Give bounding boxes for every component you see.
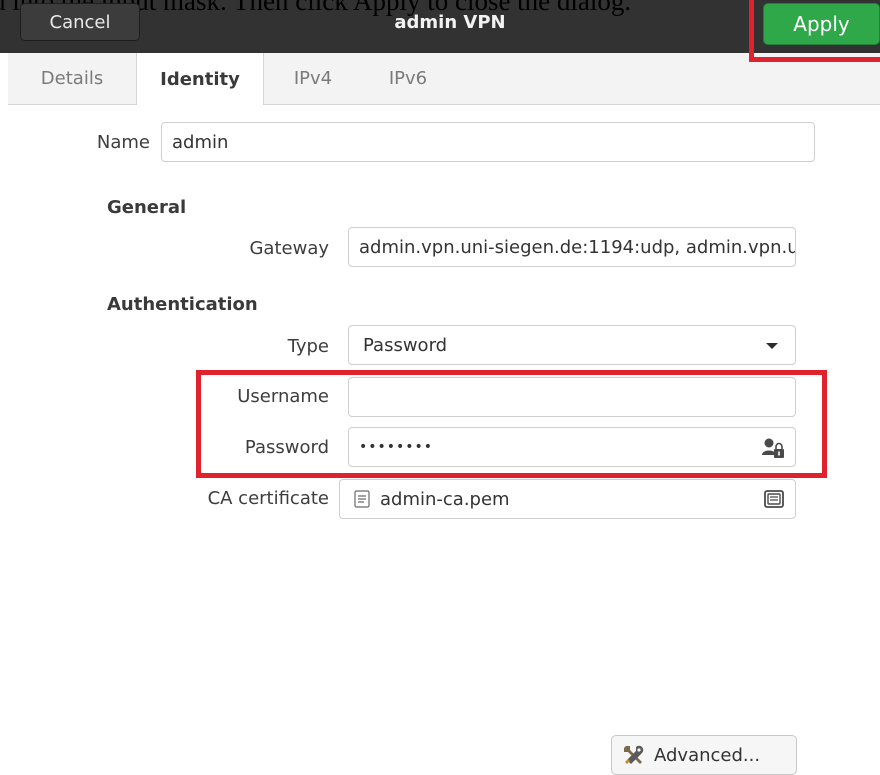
type-label: Type bbox=[287, 336, 329, 357]
password-value: •••••••• bbox=[359, 439, 434, 455]
tab-ipv4[interactable]: IPv4 bbox=[266, 53, 360, 104]
gateway-input[interactable]: admin.vpn.uni-siegen.de:1194:udp, admin.… bbox=[348, 227, 796, 267]
username-input[interactable] bbox=[348, 377, 796, 417]
folder-open-icon[interactable] bbox=[763, 489, 785, 509]
tab-ipv6[interactable]: IPv6 bbox=[360, 53, 456, 104]
tab-details[interactable]: Details bbox=[8, 53, 136, 104]
ca-certificate-chooser[interactable]: admin-ca.pem bbox=[339, 479, 796, 519]
user-lock-icon[interactable] bbox=[761, 437, 785, 459]
name-input[interactable]: admin bbox=[161, 122, 815, 162]
gateway-value: admin.vpn.uni-siegen.de:1194:udp, admin.… bbox=[359, 236, 796, 258]
window-title: admin VPN bbox=[394, 12, 506, 33]
name-value: admin bbox=[172, 131, 229, 153]
gateway-label: Gateway bbox=[249, 238, 329, 259]
ca-certificate-label: CA certificate bbox=[207, 488, 329, 509]
tab-identity[interactable]: Identity bbox=[136, 53, 264, 105]
advanced-label: Advanced... bbox=[654, 744, 761, 766]
tools-icon bbox=[624, 745, 644, 764]
general-heading: General bbox=[107, 197, 187, 218]
name-label: Name bbox=[96, 132, 150, 153]
authentication-heading: Authentication bbox=[107, 294, 258, 315]
advanced-button[interactable]: Advanced... bbox=[611, 735, 797, 775]
document-icon bbox=[354, 490, 370, 508]
chevron-down-icon bbox=[766, 343, 778, 349]
password-input[interactable]: •••••••• bbox=[348, 427, 796, 467]
ca-certificate-value: admin-ca.pem bbox=[380, 488, 510, 510]
apply-highlight-box bbox=[749, 0, 880, 62]
cancel-button[interactable]: Cancel bbox=[20, 3, 140, 41]
password-label: Password bbox=[244, 437, 329, 458]
username-label: Username bbox=[237, 386, 329, 407]
type-dropdown[interactable]: Password bbox=[348, 325, 796, 365]
type-value: Password bbox=[363, 334, 448, 356]
